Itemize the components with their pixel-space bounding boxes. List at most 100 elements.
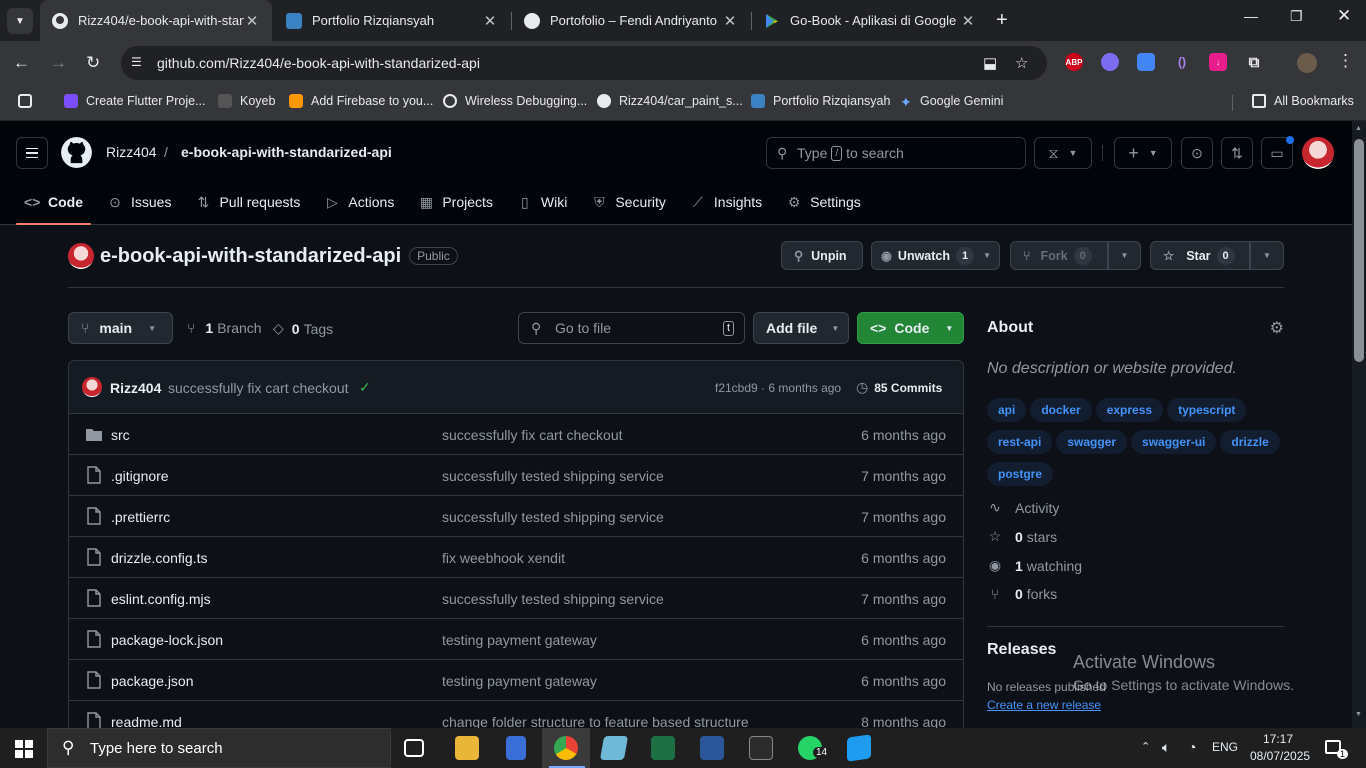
excel-icon[interactable]	[651, 736, 675, 760]
topic-tag[interactable]: docker	[1030, 398, 1092, 422]
chrome-taskbar-icon[interactable]	[554, 736, 578, 760]
vscode-icon[interactable]	[847, 734, 871, 762]
minimize-button[interactable]: —	[1244, 8, 1258, 24]
topic-tag[interactable]: rest-api	[987, 430, 1053, 454]
scroll-down-arrow-icon[interactable]: ▼	[1355, 711, 1362, 718]
file-row[interactable]: package.json testing payment gateway 6 mon…	[69, 660, 963, 701]
address-bar[interactable]: ☰ github.com/Rizz404/e-book-api-with-sta…	[121, 46, 1047, 80]
commit-author[interactable]: Rizz404	[110, 380, 161, 396]
chrome-menu-icon[interactable]: ⋮	[1337, 51, 1354, 71]
back-button[interactable]: ←	[13, 53, 30, 73]
install-app-icon[interactable]: ⬓	[983, 54, 997, 72]
clock-time[interactable]: 17:17	[1263, 732, 1293, 746]
tab-search-button[interactable]: ▼	[7, 8, 33, 34]
topic-tag[interactable]: drizzle	[1220, 430, 1280, 454]
pull-requests-button[interactable]: ⇅	[1221, 137, 1253, 169]
tab-actions[interactable]: ▷ Actions	[316, 185, 402, 219]
file-row[interactable]: src successfully fix cart checkout 6 month…	[69, 414, 963, 455]
bookmark-flutter[interactable]: Create Flutter Proje...	[64, 94, 206, 108]
clock-date[interactable]: 08/07/2025	[1250, 749, 1310, 763]
file-row[interactable]: .prettierrc successfully tested shipping …	[69, 496, 963, 537]
chrome-profile-avatar[interactable]	[1297, 53, 1317, 73]
issues-button[interactable]: ⊙	[1181, 137, 1213, 169]
stars-link[interactable]: ☆ 0 stars	[987, 528, 1057, 545]
restore-button[interactable]: ❐	[1290, 8, 1303, 25]
file-explorer-icon[interactable]	[455, 736, 479, 760]
close-tab-icon[interactable]: ✕	[722, 12, 738, 30]
forks-link[interactable]: ⑂ 0 forks	[987, 586, 1057, 602]
file-row[interactable]: drizzle.config.ts fix weebhook xendit 6 mo…	[69, 537, 963, 578]
file-name[interactable]: package.json	[111, 673, 194, 689]
file-name[interactable]: drizzle.config.ts	[111, 550, 207, 566]
close-window-button[interactable]: ✕	[1337, 6, 1351, 26]
scrollbar-thumb[interactable]	[1354, 139, 1364, 362]
extension-brackets-icon[interactable]: ()	[1173, 53, 1191, 71]
tab-settings[interactable]: ⚙ Settings	[778, 185, 869, 219]
bookmark-gemini[interactable]: ✦ Google Gemini	[900, 94, 1003, 110]
google-translate-icon[interactable]	[1137, 53, 1155, 71]
add-file-button[interactable]: Add file ▼	[753, 312, 849, 344]
tab-issues[interactable]: ⊙ Issues	[99, 185, 179, 219]
breadcrumb-repo[interactable]: e-book-api-with-standarized-api	[181, 144, 392, 160]
downloader-extension-icon[interactable]: ↓	[1209, 53, 1227, 71]
file-commit-message[interactable]: successfully fix cart checkout	[442, 427, 623, 443]
volume-icon[interactable]: 🔈︎	[1162, 739, 1170, 756]
bookmark-portfolio[interactable]: Portfolio Rizqiansyah	[751, 94, 890, 108]
copilot-button[interactable]: ⧖ ▼	[1034, 137, 1092, 169]
topic-tag[interactable]: postgre	[987, 462, 1054, 486]
file-commit-message[interactable]: successfully tested shipping service	[442, 591, 664, 607]
commit-author-avatar[interactable]	[82, 377, 102, 397]
file-name[interactable]: package-lock.json	[111, 632, 223, 648]
tab-portfolio-rizqiansyah[interactable]: Portfolio Rizqiansyah ✕	[274, 0, 510, 41]
commit-meta[interactable]: f21cbd9 · 6 months ago	[715, 381, 841, 395]
task-view-icon[interactable]	[404, 739, 424, 757]
bookmark-firebase[interactable]: Add Firebase to you...	[289, 94, 433, 108]
star-button[interactable]: ☆ Star 0	[1150, 241, 1250, 270]
hamburger-menu-icon[interactable]	[16, 137, 48, 169]
file-row[interactable]: eslint.config.mjs successfully tested shi…	[69, 578, 963, 619]
forward-button[interactable]: →	[50, 53, 67, 73]
taskbar-search-input[interactable]: ⚲ Type here to search	[47, 728, 391, 768]
network-icon[interactable]: ◔	[1188, 739, 1196, 755]
new-tab-button[interactable]: +	[996, 9, 1008, 32]
topic-tag[interactable]: typescript	[1167, 398, 1247, 422]
tab-security[interactable]: ⛨ Security	[583, 185, 674, 219]
adblock-plus-icon[interactable]: ABP	[1065, 53, 1083, 71]
tab-insights[interactable]: ⟋ Insights	[682, 185, 770, 219]
tray-chevron-up-icon[interactable]: ⌃	[1141, 740, 1150, 753]
repo-name[interactable]: e-book-api-with-standarized-api	[100, 245, 401, 268]
search-input[interactable]: ⚲ Type / to search	[766, 137, 1026, 169]
tab-portofolio-fendi[interactable]: Portofolio – Fendi Andriyanto ✕	[512, 0, 750, 41]
extensions-puzzle-icon[interactable]: ⧉	[1245, 53, 1263, 71]
watching-link[interactable]: ◉ 1 watching	[987, 557, 1082, 574]
close-tab-icon[interactable]: ✕	[482, 12, 498, 30]
file-row[interactable]: .gitignore successfully tested shipping s…	[69, 455, 963, 496]
bookmark-wireless-debugging[interactable]: Wireless Debugging...	[443, 94, 587, 108]
fork-dropdown[interactable]: ▼	[1108, 241, 1141, 270]
close-tab-icon[interactable]: ✕	[244, 12, 260, 30]
breadcrumb-owner[interactable]: Rizz404	[106, 144, 157, 160]
close-tab-icon[interactable]: ✕	[960, 12, 976, 30]
apps-grid-icon[interactable]	[18, 94, 32, 108]
terminal-icon[interactable]	[749, 736, 773, 760]
all-bookmarks-folder[interactable]: All Bookmarks	[1252, 94, 1354, 108]
gear-icon[interactable]: ⚙	[1270, 318, 1284, 338]
activity-link[interactable]: ∿ Activity	[987, 499, 1059, 516]
site-info-icon[interactable]: ☰	[131, 55, 147, 71]
commits-link[interactable]: ◷ 85 Commits	[856, 379, 942, 396]
releases-title[interactable]: Releases	[987, 641, 1056, 659]
file-commit-message[interactable]: successfully tested shipping service	[442, 468, 664, 484]
fork-button[interactable]: ⑂ Fork 0	[1010, 241, 1108, 270]
tab-wiki[interactable]: ▯ Wiki	[509, 185, 575, 219]
owner-avatar[interactable]	[68, 243, 94, 269]
file-name[interactable]: src	[111, 427, 130, 443]
page-scrollbar[interactable]: ▲ ▼	[1352, 121, 1366, 728]
file-commit-message[interactable]: successfully tested shipping service	[442, 509, 664, 525]
branch-select[interactable]: ⑂ main ▼	[68, 312, 173, 344]
go-to-file-input[interactable]: ⚲ Go to file t	[518, 312, 745, 344]
code-dropdown-button[interactable]: <> Code ▼	[857, 312, 964, 344]
file-name[interactable]: .prettierrc	[111, 509, 170, 525]
reload-button[interactable]: ↻	[86, 53, 100, 73]
extension-gear-icon[interactable]	[1101, 53, 1119, 71]
create-new-button[interactable]: + ▼	[1114, 137, 1172, 169]
